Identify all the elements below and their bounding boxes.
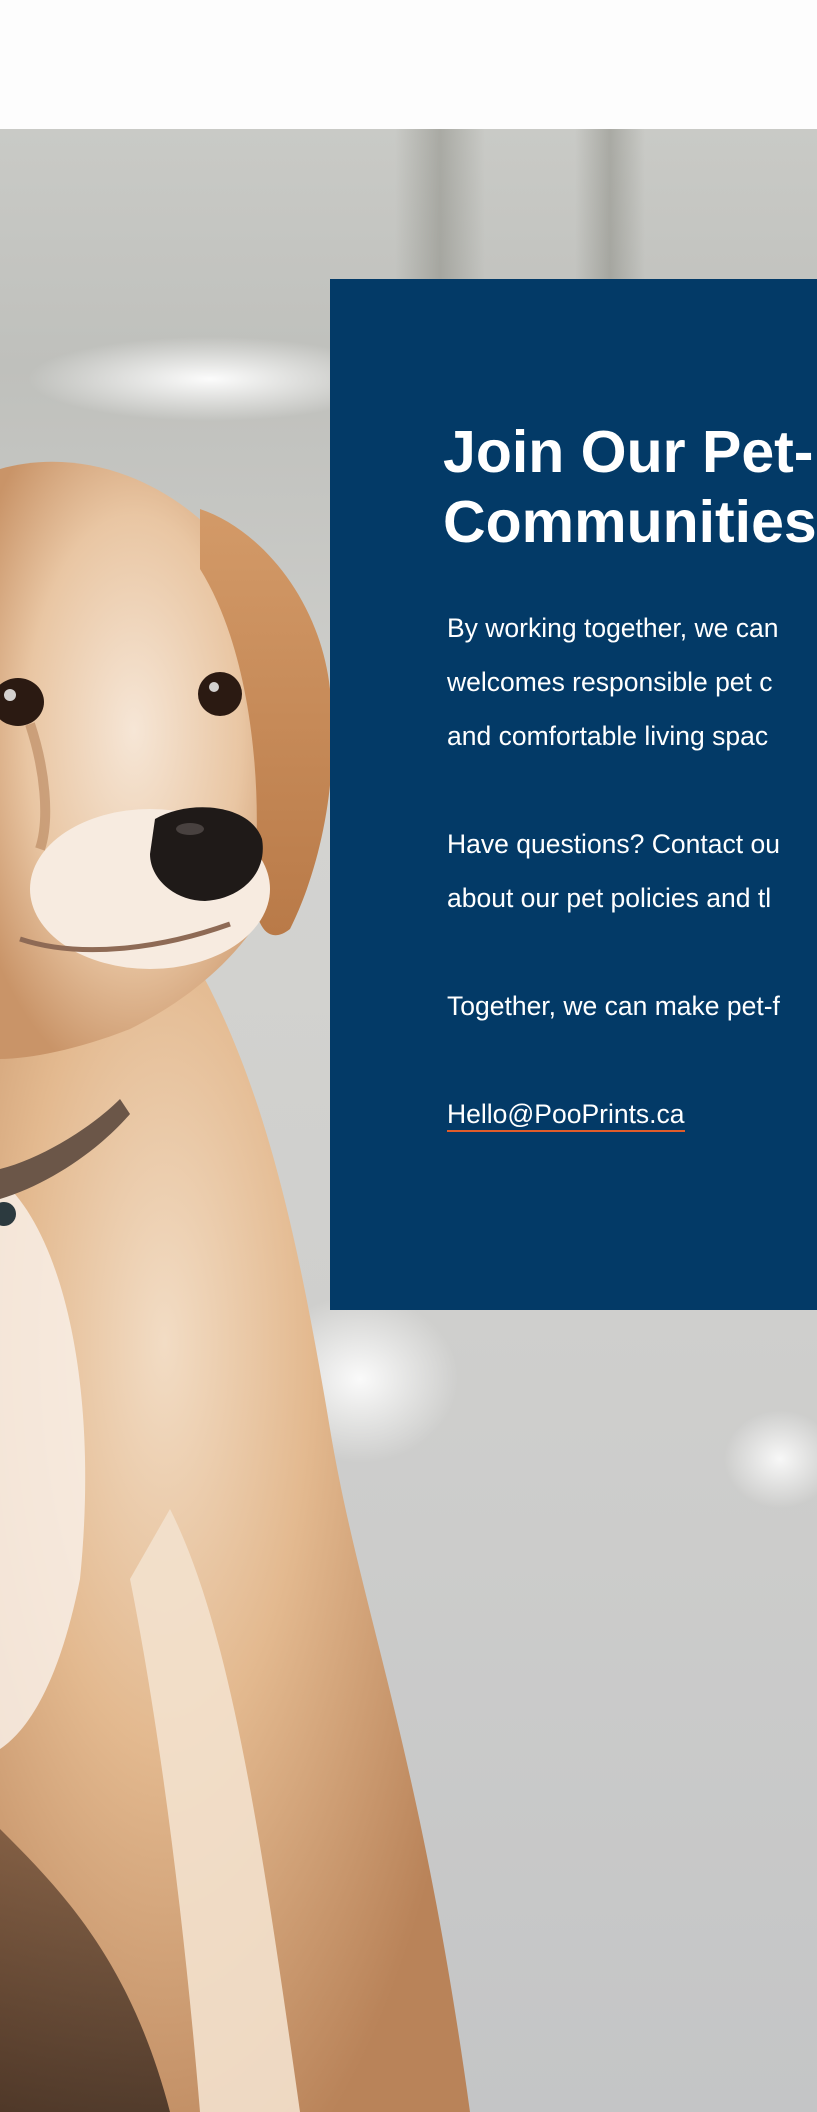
email-paragraph: Hello@PooPrints.ca bbox=[447, 1087, 817, 1141]
paragraph-line: Have questions? Contact ou bbox=[447, 829, 780, 859]
paragraph-line: and comfortable living spac bbox=[447, 721, 769, 751]
top-whitespace bbox=[0, 0, 817, 129]
paragraph-line: about our pet policies and tl bbox=[447, 883, 772, 913]
paragraph-line: Together, we can make pet-f bbox=[447, 991, 780, 1021]
panel-title-line: Join Our Pet- bbox=[443, 419, 814, 485]
contact-panel: Join Our Pet- Communities By working tog… bbox=[330, 279, 817, 1310]
paragraph-line: By working together, we can bbox=[447, 613, 779, 643]
questions-paragraph: Have questions? Contact ou about our pet… bbox=[447, 817, 817, 925]
email-link[interactable]: Hello@PooPrints.ca bbox=[447, 1099, 685, 1132]
panel-body: By working together, we can welcomes res… bbox=[447, 601, 817, 1195]
panel-title: Join Our Pet- Communities bbox=[443, 417, 817, 557]
intro-paragraph: By working together, we can welcomes res… bbox=[447, 601, 817, 763]
page: Join Our Pet- Communities By working tog… bbox=[0, 0, 817, 2112]
paragraph-line: welcomes responsible pet c bbox=[447, 667, 773, 697]
closing-paragraph: Together, we can make pet-f bbox=[447, 979, 817, 1033]
panel-title-line: Communities bbox=[443, 489, 817, 555]
